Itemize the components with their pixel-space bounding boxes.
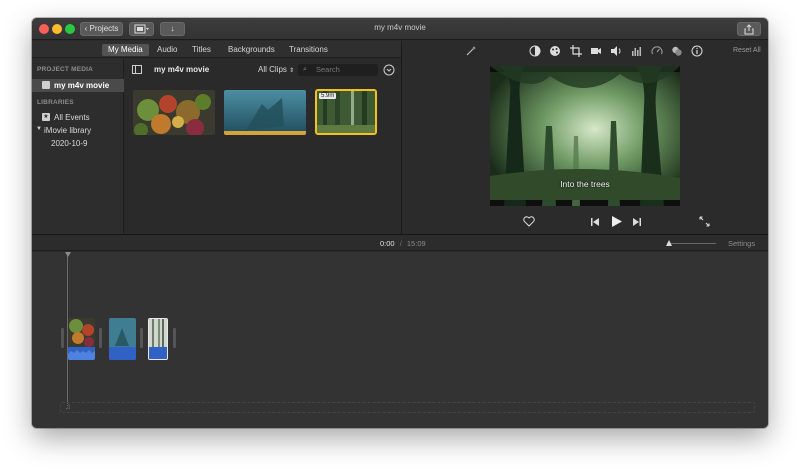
speed-icon[interactable] bbox=[651, 45, 663, 57]
total-time: 15:09 bbox=[406, 239, 426, 248]
window-title: my m4v movie bbox=[374, 23, 426, 32]
share-icon bbox=[744, 24, 754, 35]
time-separator: / bbox=[399, 239, 402, 248]
filter-settings-icon[interactable] bbox=[383, 64, 395, 76]
sidebar-item-library[interactable]: iMovie library bbox=[44, 126, 91, 135]
skip-back-icon[interactable] bbox=[590, 217, 600, 227]
heart-icon[interactable] bbox=[523, 216, 535, 227]
all-clips-dropdown[interactable]: All Clips ⇕ bbox=[258, 65, 294, 74]
imovie-window: ‹ Projects ↓ my m4v movie My Media Audio… bbox=[32, 18, 768, 428]
playhead-marker-icon bbox=[65, 252, 71, 257]
info-icon[interactable] bbox=[691, 45, 703, 57]
updown-chevron-icon: ⇕ bbox=[289, 68, 295, 74]
search-icon: ⌕ bbox=[303, 66, 307, 73]
media-browser: my m4v movie All Clips ⇕ ⌕ Search 5.9m bbox=[125, 59, 401, 234]
volume-icon[interactable] bbox=[610, 45, 622, 57]
tab-my-media[interactable]: My Media bbox=[102, 44, 149, 56]
timecode: 0:00 / 15:09 bbox=[380, 239, 426, 248]
color-balance-icon[interactable] bbox=[529, 45, 541, 57]
browser-title: my m4v movie bbox=[154, 65, 210, 74]
fullscreen-icon[interactable] bbox=[699, 216, 710, 227]
clapboard-icon bbox=[42, 81, 50, 89]
browser-tabs-bar: My Media Audio Titles Backgrounds Transi… bbox=[32, 41, 401, 58]
timeline-clip[interactable] bbox=[109, 318, 136, 360]
share-button[interactable] bbox=[737, 22, 761, 36]
clip-underwater-image bbox=[224, 90, 306, 135]
clip-food-image bbox=[133, 90, 215, 135]
disclosure-triangle-icon[interactable]: ▼ bbox=[36, 126, 42, 132]
zoom-slider-knob[interactable] bbox=[666, 240, 672, 246]
title-bar: ‹ Projects ↓ my m4v movie bbox=[32, 18, 768, 40]
media-clip-thumbnail[interactable] bbox=[224, 90, 306, 135]
clip-trim-handle[interactable] bbox=[61, 328, 64, 348]
tab-backgrounds[interactable]: Backgrounds bbox=[222, 44, 281, 56]
sidebar-item-all-events[interactable]: All Events bbox=[54, 113, 90, 122]
current-time: 0:00 bbox=[380, 239, 395, 248]
timeline-header: 0:00 / 15:09 Settings bbox=[32, 235, 768, 251]
media-clip-thumbnail-selected[interactable]: 5.9m bbox=[315, 89, 377, 135]
sidebar-toggle-icon[interactable] bbox=[132, 65, 142, 74]
browser-toolbar: my m4v movie All Clips ⇕ ⌕ Search bbox=[125, 59, 401, 79]
video-caption: Into the trees bbox=[560, 179, 610, 189]
noise-reduction-icon[interactable] bbox=[671, 45, 683, 57]
sidebar-project-label: my m4v movie bbox=[54, 81, 110, 90]
reset-all-button[interactable]: Reset All bbox=[733, 47, 761, 54]
tab-titles[interactable]: Titles bbox=[186, 44, 217, 56]
video-preview: Into the trees bbox=[490, 66, 680, 206]
music-note-icon: ♫ bbox=[65, 402, 71, 411]
clip-trim-handle[interactable] bbox=[140, 328, 143, 348]
libraries-header: LIBRARIES bbox=[37, 99, 74, 106]
equalizer-icon[interactable] bbox=[631, 45, 643, 57]
play-icon[interactable] bbox=[610, 215, 623, 228]
timeline[interactable]: ♫ bbox=[32, 252, 768, 428]
crop-icon[interactable] bbox=[570, 45, 582, 57]
timeline-clip-selected[interactable] bbox=[148, 318, 168, 360]
timeline-clip[interactable] bbox=[68, 318, 95, 360]
timeline-clip-forest-image bbox=[149, 319, 167, 359]
viewer-panel: Reset All Into the trees bbox=[402, 41, 768, 234]
magic-wand-icon[interactable] bbox=[465, 45, 477, 57]
background-music-well[interactable]: ♫ bbox=[60, 402, 755, 413]
timeline-settings-button[interactable]: Settings bbox=[728, 239, 755, 248]
stabilization-icon[interactable] bbox=[590, 45, 602, 57]
media-clip-thumbnail[interactable] bbox=[133, 90, 215, 135]
sidebar-item-event[interactable]: 2020-10-9 bbox=[51, 139, 87, 148]
clip-duration-badge: 5.9m bbox=[319, 93, 337, 99]
color-correction-icon[interactable] bbox=[549, 45, 561, 57]
clip-trim-handle[interactable] bbox=[173, 328, 176, 348]
search-field[interactable]: ⌕ Search bbox=[298, 64, 378, 76]
tab-audio[interactable]: Audio bbox=[151, 44, 183, 56]
library-sidebar: PROJECT MEDIA my m4v movie LIBRARIES ★ A… bbox=[32, 59, 124, 234]
clip-trim-handle[interactable] bbox=[99, 328, 102, 348]
project-media-header: PROJECT MEDIA bbox=[37, 66, 94, 73]
tab-transitions[interactable]: Transitions bbox=[283, 44, 334, 56]
timeline-clip-underwater-image bbox=[109, 318, 136, 360]
star-icon: ★ bbox=[42, 113, 50, 121]
timeline-clip-food-image bbox=[68, 318, 95, 360]
skip-forward-icon[interactable] bbox=[632, 217, 642, 227]
timeline-zoom-slider[interactable] bbox=[666, 240, 716, 246]
